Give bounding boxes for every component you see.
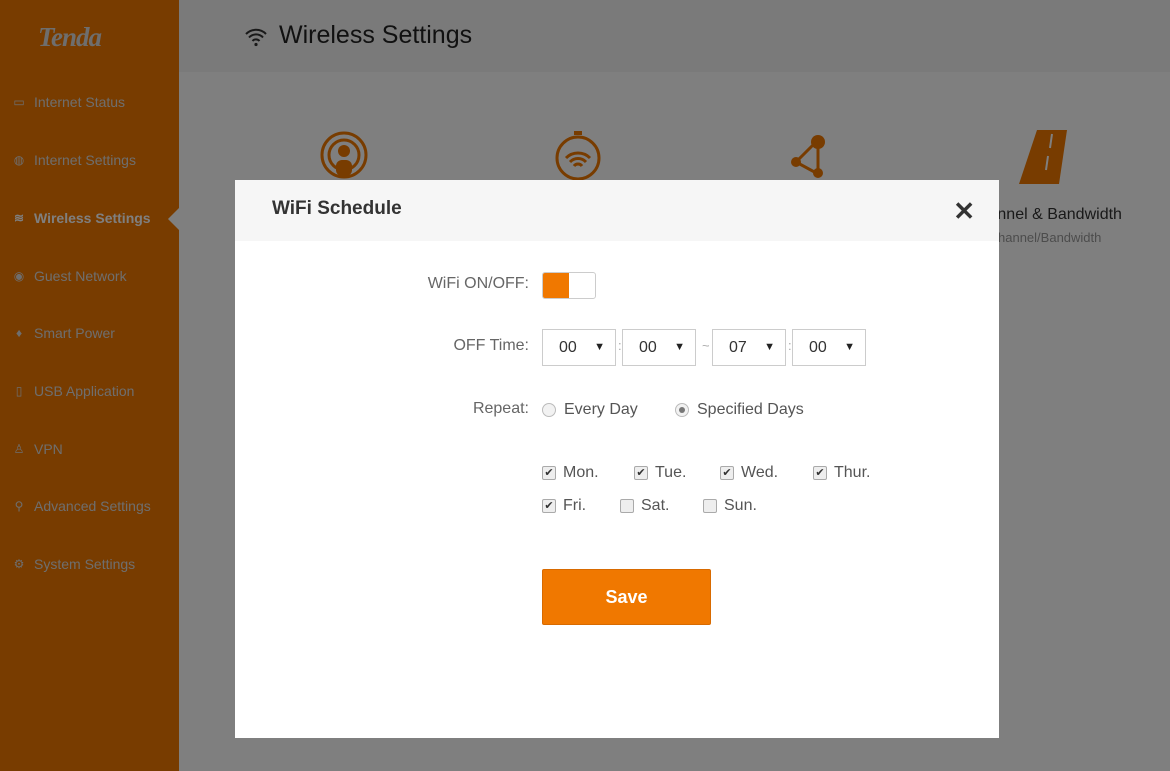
checkbox[interactable]: ✔ <box>720 466 734 480</box>
close-icon[interactable]: ✕ <box>953 196 975 227</box>
checkbox[interactable]: ✔ <box>634 466 648 480</box>
chevron-down-icon: ▼ <box>594 341 605 353</box>
radio-every-day[interactable]: Every Day <box>542 401 638 419</box>
wifi-toggle[interactable] <box>542 272 596 299</box>
wifi-onoff-label: WiFi ON/OFF: <box>427 275 529 292</box>
end-hour-select[interactable]: 07 ▼ <box>712 329 786 366</box>
chevron-down-icon: ▼ <box>674 341 685 353</box>
radio-button[interactable] <box>675 403 689 417</box>
off-time-label: OFF Time: <box>453 337 529 354</box>
chevron-down-icon: ▼ <box>764 341 775 353</box>
wifi-schedule-dialog: WiFi Schedule ✕ WiFi ON/OFF: OFF Time: 0… <box>235 180 999 738</box>
checkbox-mon[interactable]: ✔ Mon. <box>542 464 599 482</box>
time-range-tilde: ~ <box>702 338 710 353</box>
save-button[interactable]: Save <box>542 569 711 625</box>
checkbox[interactable]: ✔ <box>542 466 556 480</box>
checkbox[interactable] <box>620 499 634 513</box>
repeat-label: Repeat: <box>472 400 529 417</box>
toggle-on-fill <box>543 273 569 298</box>
end-minute-select[interactable]: 00 ▼ <box>792 329 866 366</box>
dialog-header: WiFi Schedule ✕ <box>235 180 999 241</box>
start-minute-select[interactable]: 00 ▼ <box>622 329 696 366</box>
checkbox-wed[interactable]: ✔ Wed. <box>720 464 778 482</box>
checkbox-thur[interactable]: ✔ Thur. <box>813 464 870 482</box>
dialog-title: WiFi Schedule <box>272 198 402 219</box>
checkbox[interactable]: ✔ <box>813 466 827 480</box>
checkbox-fri[interactable]: ✔ Fri. <box>542 497 586 515</box>
checkbox-tue[interactable]: ✔ Tue. <box>634 464 686 482</box>
checkbox-sun[interactable]: Sun. <box>703 497 757 515</box>
radio-specified-days[interactable]: Specified Days <box>675 401 804 419</box>
radio-button[interactable] <box>542 403 556 417</box>
chevron-down-icon: ▼ <box>844 341 855 353</box>
checkbox[interactable]: ✔ <box>542 499 556 513</box>
start-hour-select[interactable]: 00 ▼ <box>542 329 616 366</box>
checkbox[interactable] <box>703 499 717 513</box>
checkbox-sat[interactable]: Sat. <box>620 497 669 515</box>
